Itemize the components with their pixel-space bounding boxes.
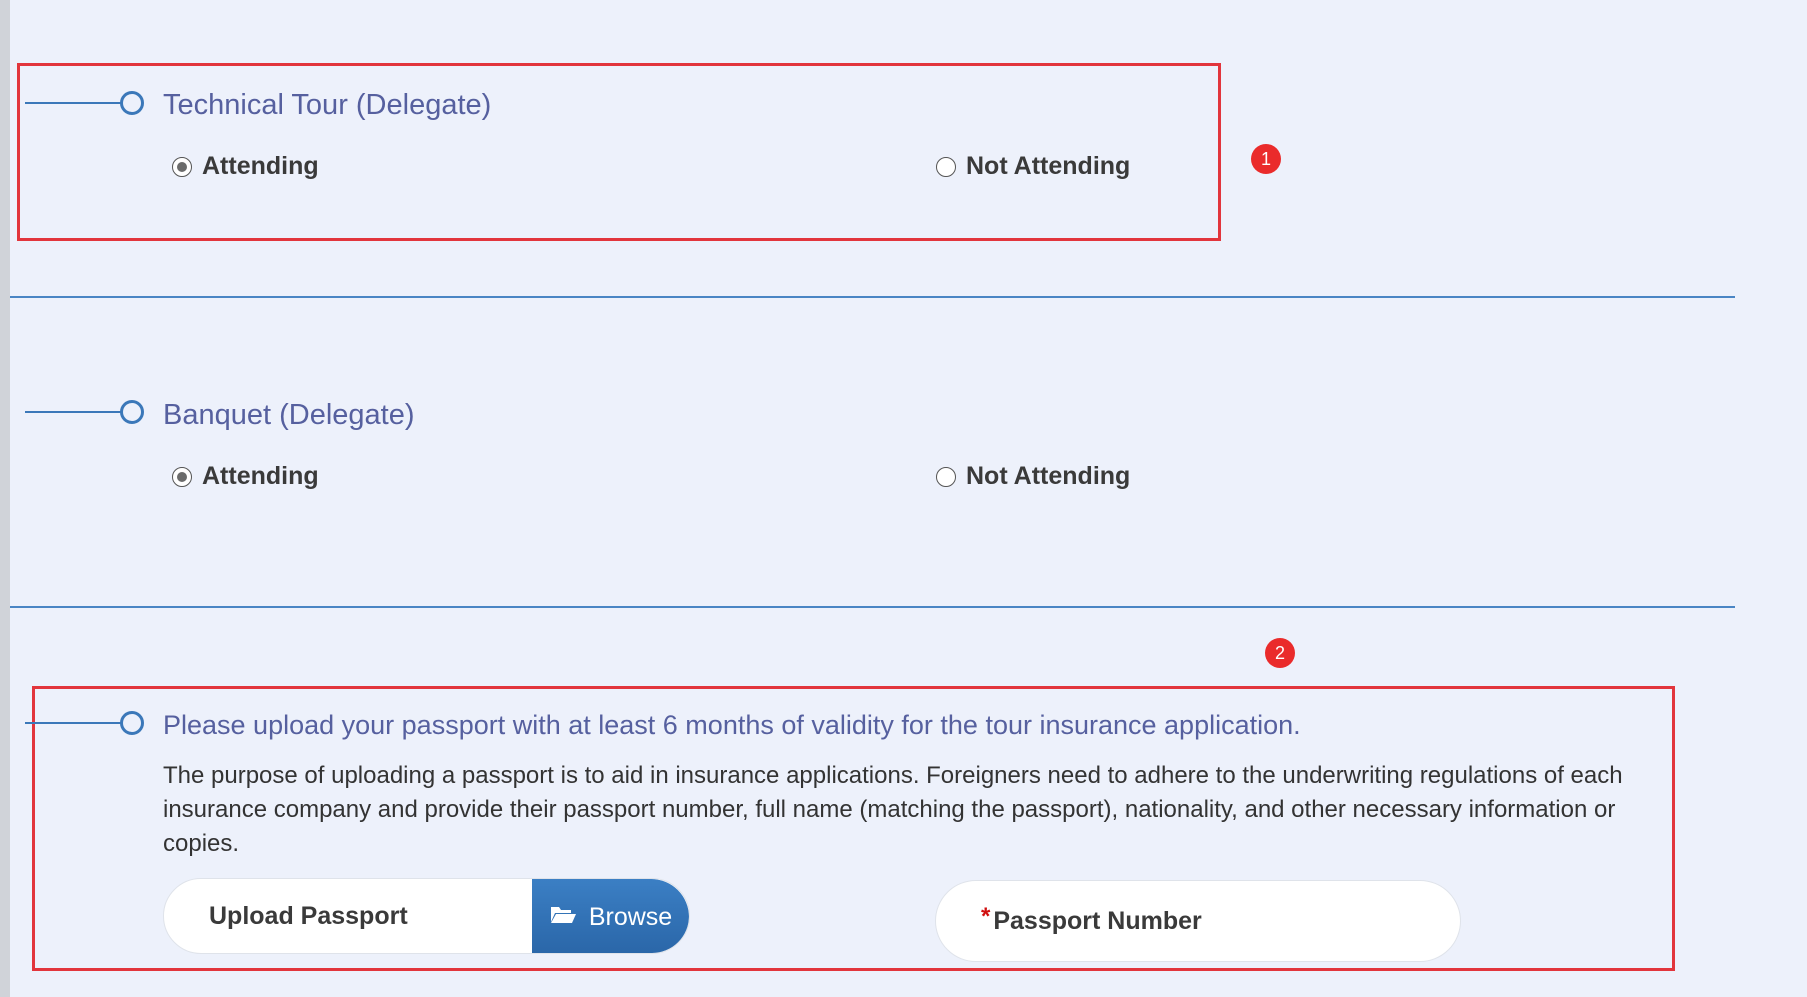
timeline-connector [25, 722, 122, 724]
radio-technical-tour-attending[interactable]: Attending [172, 152, 319, 181]
section-title-technical-tour: Technical Tour (Delegate) [163, 89, 492, 121]
browse-button[interactable]: Browse [532, 879, 689, 953]
left-scroll-rail [0, 0, 10, 997]
passport-description: The purpose of uploading a passport is t… [163, 762, 1623, 857]
folder-open-icon [549, 903, 577, 932]
radio-banquet-attending[interactable]: Attending [172, 462, 319, 491]
radio-label: Attending [202, 462, 319, 490]
timeline-connector [25, 411, 122, 413]
radio-banquet-not-attending[interactable]: Not Attending [936, 462, 1130, 491]
radio-label: Not Attending [966, 462, 1131, 490]
timeline-node-icon [120, 91, 144, 115]
timeline-connector [25, 102, 122, 104]
upload-passport-label: Upload Passport [209, 901, 408, 930]
radio-label: Attending [202, 152, 319, 180]
section-divider [10, 296, 1735, 298]
radio-selected-icon [172, 156, 192, 177]
upload-passport-field[interactable]: Upload Passport Browse [163, 878, 690, 954]
timeline-node-icon [120, 400, 144, 424]
radio-unselected-icon [936, 156, 956, 177]
radio-label: Not Attending [966, 152, 1131, 180]
annotation-badge-2: 2 [1265, 638, 1295, 668]
timeline-node-icon [120, 711, 144, 735]
section-divider [10, 606, 1735, 608]
required-asterisk: * [981, 903, 991, 930]
radio-unselected-icon [936, 466, 956, 487]
browse-label: Browse [588, 902, 673, 931]
passport-number-label: Passport Number [993, 906, 1202, 935]
passport-number-field[interactable]: * Passport Number [935, 880, 1461, 962]
radio-selected-icon [172, 466, 192, 487]
section-title-passport: Please upload your passport with at leas… [163, 710, 1301, 740]
annotation-badge-1: 1 [1251, 144, 1281, 174]
section-title-banquet: Banquet (Delegate) [163, 399, 415, 431]
radio-technical-tour-not-attending[interactable]: Not Attending [936, 152, 1130, 181]
